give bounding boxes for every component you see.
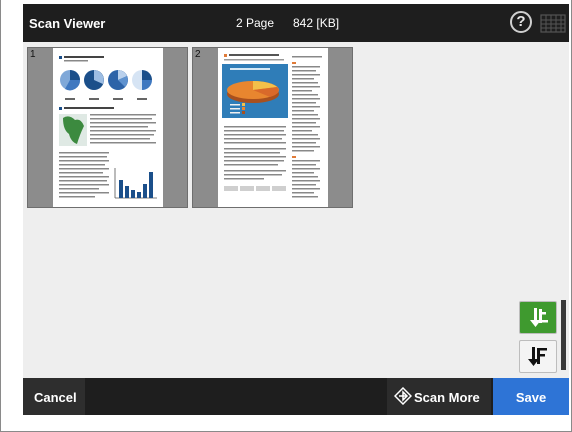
keyboard-button[interactable]	[540, 14, 566, 33]
page-thumbnail-2[interactable]: 2	[192, 47, 353, 208]
scan-more-button[interactable]: Scan More	[387, 378, 491, 415]
sort-pages-active-button[interactable]	[519, 301, 557, 334]
thumbnail-number: 2	[195, 49, 201, 60]
cancel-label: Cancel	[34, 390, 77, 405]
file-size: 842 [KB]	[293, 16, 340, 30]
bottom-bar: Cancel Scan More Save	[23, 378, 569, 415]
save-button[interactable]: Save	[493, 378, 569, 415]
thumbnail-number: 1	[30, 49, 36, 60]
keyboard-icon	[540, 14, 566, 33]
page-content-image	[59, 56, 157, 199]
page-preview	[218, 48, 328, 207]
help-button[interactable]: ?	[510, 11, 532, 33]
page-count: 2 Page	[236, 16, 275, 30]
app-title: Scan Viewer	[29, 16, 106, 31]
sort-order-active-icon	[530, 308, 548, 327]
scan-more-label: Scan More	[414, 390, 480, 405]
cancel-button[interactable]: Cancel	[23, 378, 85, 415]
window-frame: Scan Viewer 2 Page 842 [KB] ? 1 2 Cancel…	[0, 0, 572, 432]
scan-more-icon	[394, 387, 412, 405]
title-bar: Scan Viewer 2 Page 842 [KB] ?	[23, 4, 569, 42]
page-preview	[53, 48, 163, 207]
sort-pages-button[interactable]	[519, 340, 557, 373]
sort-order-icon	[528, 347, 547, 366]
page-content-image	[222, 54, 322, 198]
page-thumbnail-1[interactable]: 1	[27, 47, 188, 208]
help-icon: ?	[516, 13, 526, 30]
save-label: Save	[515, 390, 547, 405]
scan-viewer-app: Scan Viewer 2 Page 842 [KB] ? 1 2 Cancel…	[23, 4, 569, 415]
scrollbar[interactable]	[561, 300, 566, 370]
